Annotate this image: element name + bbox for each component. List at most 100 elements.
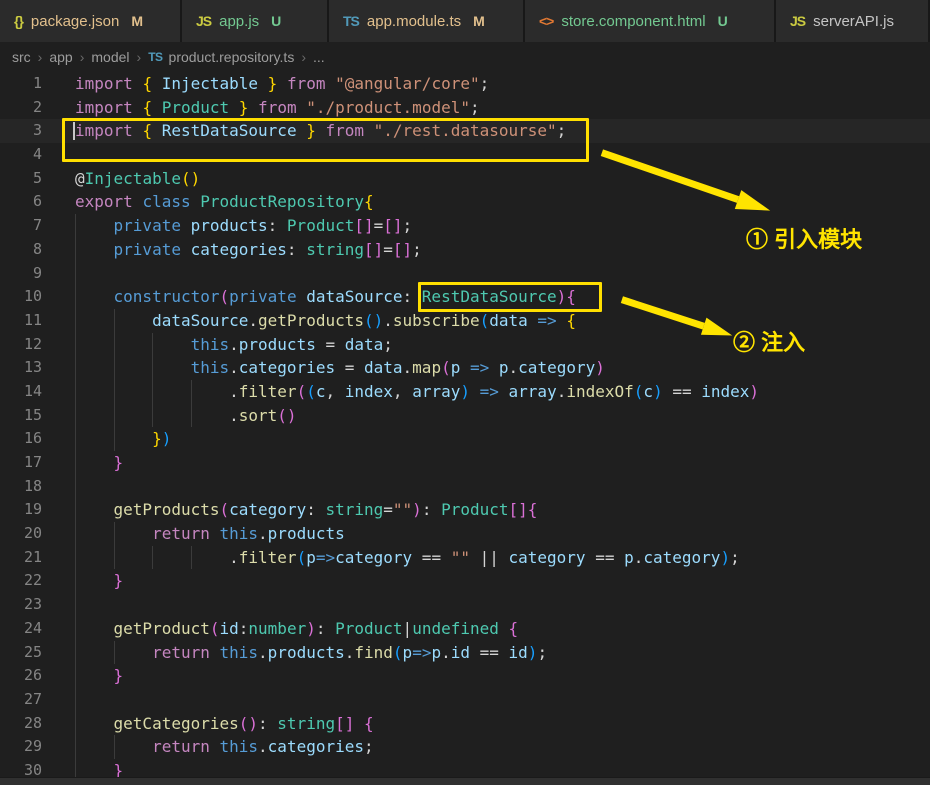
indent-guide xyxy=(75,403,76,428)
code-line-28: 28 getCategories(): string[] { xyxy=(0,711,930,736)
tab-label: serverAPI.js xyxy=(813,12,894,30)
line-number: 16 xyxy=(23,429,42,448)
indent-guide xyxy=(152,403,154,428)
line-content: return this.categories; xyxy=(42,735,930,759)
line-number: 2 xyxy=(32,97,42,116)
indent-guide xyxy=(190,403,192,428)
line-number: 11 xyxy=(23,310,42,329)
code-line-2: 2 import { Product } from "./product.mode… xyxy=(0,96,930,120)
line-number: 13 xyxy=(23,358,42,377)
breadcrumb-item-app[interactable]: app xyxy=(49,49,72,65)
line-content: import { Injectable } from "@angular/cor… xyxy=(75,74,490,93)
breadcrumb-separator-icon: › xyxy=(136,49,142,65)
indent-guide xyxy=(75,711,76,736)
indent-guide xyxy=(75,545,76,570)
code-line-27: 27 xyxy=(0,687,930,712)
breadcrumb-item-symbol[interactable]: ... xyxy=(313,49,325,65)
tab-package.json[interactable]: {} package.json M xyxy=(0,0,180,42)
line-content: getCategories(): string[] { xyxy=(42,711,930,736)
indent-guide xyxy=(190,545,192,570)
git-status-badge: M xyxy=(131,13,143,29)
code-line-18: 18 xyxy=(0,474,930,499)
line-number: 4 xyxy=(32,145,42,164)
code-line-26: 26 } xyxy=(0,664,930,688)
line-content: export class ProductRepository{ xyxy=(75,192,374,212)
line-number: 15 xyxy=(23,405,42,424)
code-line-16: 16 }) xyxy=(0,427,930,451)
line-number: 5 xyxy=(32,168,42,187)
line-content: .filter(p=>category == "" || category ==… xyxy=(42,545,930,570)
annotation-box-import xyxy=(62,118,589,162)
line-number: 12 xyxy=(23,334,42,353)
tab-store.component.html[interactable]: <> store.component.html U xyxy=(525,0,774,42)
git-status-badge: M xyxy=(473,13,485,29)
annotation-label-import: ① 引入模块 xyxy=(746,227,863,252)
breadcrumb: src › app › model › TS product.repository.ts ›..… xyxy=(0,42,930,72)
line-content: }) xyxy=(42,427,930,451)
code-line-24: 24 getProduct(id:number): Product|undefi… xyxy=(0,616,930,641)
indent-guide xyxy=(75,356,76,380)
indent-guide xyxy=(190,379,192,404)
line-content: .sort() xyxy=(42,403,930,428)
code-line-23: 23 xyxy=(0,593,930,617)
code-line-29: 29 return this.categories; xyxy=(0,735,930,759)
indent-guide xyxy=(113,332,115,357)
line-content: } xyxy=(42,451,930,475)
tab-label: package.json xyxy=(30,12,120,30)
js-file-icon: JS xyxy=(790,13,806,29)
breadcrumb-separator-icon: › xyxy=(301,49,306,65)
git-status-badge: U xyxy=(717,13,728,29)
code-editor[interactable]: 1 import { Injectable } from "@angular/co… xyxy=(0,72,930,777)
code-line-21: 21 .filter(p=>category == "" || category… xyxy=(0,545,930,570)
indent-guide xyxy=(75,451,76,475)
tab-serverAPI.js[interactable]: JS serverAPI.js xyxy=(776,0,928,42)
line-number: 19 xyxy=(23,500,42,519)
indent-guide xyxy=(75,522,76,546)
indent-guide xyxy=(75,308,76,333)
line-content: .filter((c, index, array) => array.index… xyxy=(42,379,930,404)
line-content: getProducts(category: string=""): Produc… xyxy=(42,498,930,523)
code-line-22: 22 } xyxy=(0,569,930,594)
indent-guide xyxy=(75,474,76,499)
breadcrumb-item-file[interactable]: product.repository.ts xyxy=(169,49,295,65)
horizontal-scrollbar-track[interactable] xyxy=(0,777,930,785)
tab-app.module.ts[interactable]: TS app.module.ts M xyxy=(329,0,523,42)
indent-guide xyxy=(75,427,76,451)
code-line-6: 6 export class ProductRepository{ xyxy=(0,190,930,214)
code-line-25: 25 return this.products.find(p=>p.id == … xyxy=(0,640,930,665)
line-content: } xyxy=(42,758,930,777)
indent-guide xyxy=(152,545,154,570)
indent-guide xyxy=(113,356,115,380)
line-number: 10 xyxy=(23,287,42,306)
indent-guide xyxy=(75,758,76,777)
indent-guide xyxy=(75,616,76,641)
tab-app.js[interactable]: JS app.js U xyxy=(182,0,327,42)
line-content: getProduct(id:number): Product|undefined… xyxy=(42,616,930,641)
line-content: import { Product } from "./product.model… xyxy=(75,97,480,117)
tab-bar: {} package.json M JS app.js U TS app.module.ts M… xyxy=(0,0,930,42)
line-number: 9 xyxy=(32,263,42,282)
breadcrumb-separator-icon: › xyxy=(37,49,43,65)
line-content xyxy=(42,593,930,617)
annotation-label-inject: ② 注入 xyxy=(733,330,806,355)
indent-guide xyxy=(113,308,115,333)
breadcrumb-item-src[interactable]: src xyxy=(12,49,31,65)
indent-guide xyxy=(75,640,76,665)
indent-guide xyxy=(75,214,76,238)
breadcrumb-item-model[interactable]: model xyxy=(91,49,129,65)
line-number: 28 xyxy=(23,713,42,732)
line-number: 8 xyxy=(32,239,42,258)
annotation-box-inject xyxy=(418,282,602,312)
code-line-30: 30 } xyxy=(0,758,930,777)
indent-guide xyxy=(75,498,76,523)
line-content xyxy=(42,474,930,499)
line-number: 30 xyxy=(23,760,42,777)
indent-guide xyxy=(75,332,76,357)
indent-guide xyxy=(75,664,76,688)
line-content: return this.products.find(p=>p.id == id)… xyxy=(42,640,930,665)
tab-label: app.js xyxy=(219,12,260,30)
indent-guide xyxy=(113,640,115,665)
tab-label: app.module.ts xyxy=(366,12,462,30)
code-line-15: 15 .sort() xyxy=(0,403,930,428)
code-line-14: 14 .filter((c, index, array) => array.in… xyxy=(0,379,930,404)
